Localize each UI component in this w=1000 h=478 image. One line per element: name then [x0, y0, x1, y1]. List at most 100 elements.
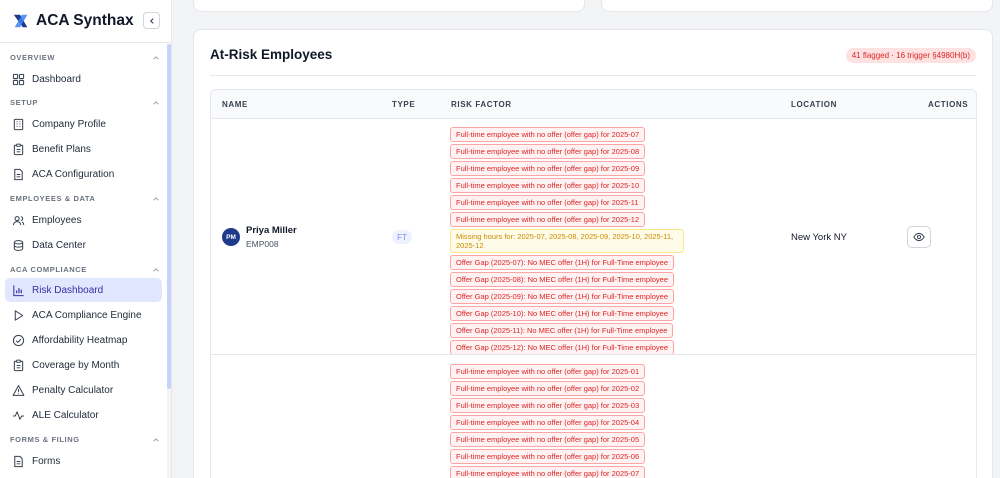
- sidebar-item-label: Data Center: [32, 239, 86, 251]
- sidebar-item-label: ACA Configuration: [32, 168, 115, 180]
- employee-location: New York NY: [791, 232, 847, 243]
- warning-icon: [12, 384, 25, 396]
- risk-factor-tag: Offer Gap (2025-10): No MEC offer (1H) f…: [450, 306, 675, 321]
- risk-factor-tag: Offer Gap (2025-12): No MEC offer (1H) f…: [450, 340, 675, 355]
- sidebar-item-label: Affordability Heatmap: [32, 334, 128, 346]
- sidebar-item-dashboard[interactable]: Dashboard: [5, 67, 162, 91]
- sidebar-item-data-center[interactable]: Data Center: [5, 233, 162, 257]
- risk-factor-tag: Offer Gap (2025-11): No MEC offer (1H) f…: [450, 323, 674, 338]
- building-icon: [13, 118, 24, 130]
- sidebar-item-aca-configuration[interactable]: ACA Configuration: [5, 162, 162, 186]
- column-header-risk-factor[interactable]: RISK FACTOR: [451, 100, 512, 109]
- section-label: EMPLOYEES & DATA: [10, 194, 96, 203]
- sidebar-item-affordability-heatmap[interactable]: Affordability Heatmap: [5, 328, 162, 352]
- grid-icon: [12, 73, 25, 85]
- sidebar-item-label: Penalty Calculator: [32, 384, 114, 396]
- risk-factor-tag: Full-time employee with no offer (offer …: [450, 415, 646, 430]
- sidebar-item-risk-dashboard[interactable]: Risk Dashboard: [5, 278, 162, 302]
- activity-icon: [12, 410, 25, 420]
- risk-factor-list: Full-time employee with no offer (offer …: [450, 127, 684, 357]
- section-header-setup[interactable]: SETUP: [10, 98, 160, 107]
- at-risk-table: NAME TYPE RISK FACTOR LOCATION ACTIONS P…: [210, 89, 977, 478]
- risk-factor-tag: Full-time employee with no offer (offer …: [450, 127, 646, 142]
- sidebar-item-label: Forms: [32, 455, 61, 467]
- chevron-left-icon: [149, 17, 154, 24]
- risk-factor-tag: Missing hours for: 2025-07, 2025-08, 202…: [450, 229, 684, 253]
- aca-logo-icon: [13, 14, 28, 28]
- row-divider: [211, 354, 976, 355]
- table-header: NAME TYPE RISK FACTOR LOCATION ACTIONS: [211, 90, 976, 119]
- section-header-overview[interactable]: OVERVIEW: [10, 53, 160, 62]
- section-header-forms-filing[interactable]: FORMS & FILING: [10, 435, 160, 444]
- risk-factor-tag: Offer Gap (2025-07): No MEC offer (1H) f…: [450, 255, 675, 270]
- employment-type-badge: FT: [392, 230, 412, 244]
- chevron-up-icon: [153, 196, 159, 201]
- risk-factor-tag: Full-time employee with no offer (offer …: [450, 144, 646, 159]
- column-header-name[interactable]: NAME: [222, 100, 248, 109]
- section-header-employees-data[interactable]: EMPLOYEES & DATA: [10, 194, 160, 203]
- employee-id: EMP008: [246, 239, 279, 249]
- eye-icon: [913, 232, 925, 242]
- risk-factor-tag: Full-time employee with no offer (offer …: [450, 212, 646, 227]
- database-icon: [13, 239, 24, 251]
- bar-chart-icon: [13, 284, 24, 296]
- sidebar-item-ale-calculator[interactable]: ALE Calculator: [5, 403, 162, 427]
- at-risk-employees-card: At-Risk Employees 41 flagged · 16 trigge…: [193, 29, 993, 478]
- sidebar-item-label: Coverage by Month: [32, 359, 120, 371]
- sidebar-item-label: Employees: [32, 214, 82, 226]
- sidebar-scrollbar-thumb[interactable]: [167, 44, 171, 389]
- sidebar-item-label: Dashboard: [32, 73, 81, 85]
- clipboard-icon: [13, 359, 24, 371]
- app-title: ACA Synthax: [36, 12, 134, 29]
- sidebar-item-label: Benefit Plans: [32, 143, 91, 155]
- section-header-aca-compliance[interactable]: ACA COMPLIANCE: [10, 265, 160, 274]
- top-card-right: [601, 0, 993, 12]
- sidebar-item-label: ALE Calculator: [32, 409, 99, 421]
- risk-factor-tag: Full-time employee with no offer (offer …: [450, 466, 646, 478]
- sidebar-item-benefit-plans[interactable]: Benefit Plans: [5, 137, 162, 161]
- sidebar-item-label: Company Profile: [32, 118, 106, 130]
- divider: [210, 75, 976, 76]
- avatar: PM: [222, 228, 240, 246]
- sidebar: ACA Synthax OVERVIEW Dashboard SETUP Com…: [0, 0, 172, 478]
- chevron-up-icon: [153, 267, 159, 272]
- risk-factor-list: Full-time employee with no offer (offer …: [450, 364, 646, 478]
- collapse-sidebar-button[interactable]: [143, 12, 160, 29]
- sidebar-item-penalty-calculator[interactable]: Penalty Calculator: [5, 378, 162, 402]
- play-icon: [14, 309, 24, 321]
- section-label: ACA COMPLIANCE: [10, 265, 87, 274]
- risk-factor-tag: Full-time employee with no offer (offer …: [450, 381, 646, 396]
- section-label: FORMS & FILING: [10, 435, 80, 444]
- sidebar-item-forms[interactable]: Forms: [5, 449, 162, 473]
- risk-factor-tag: Offer Gap (2025-08): No MEC offer (1H) f…: [450, 272, 675, 287]
- risk-factor-tag: Full-time employee with no offer (offer …: [450, 364, 646, 379]
- chevron-up-icon: [153, 437, 159, 442]
- sidebar-item-aca-compliance-engine[interactable]: ACA Compliance Engine: [5, 303, 162, 327]
- top-card-left: [193, 0, 585, 12]
- document-icon: [14, 168, 23, 180]
- document-icon: [14, 455, 23, 467]
- column-header-type[interactable]: TYPE: [392, 100, 415, 109]
- risk-factor-tag: Full-time employee with no offer (offer …: [450, 398, 646, 413]
- users-icon: [12, 215, 25, 225]
- risk-factor-tag: Full-time employee with no offer (offer …: [450, 178, 646, 193]
- summary-badge: 41 flagged · 16 trigger §4980H(b): [845, 48, 976, 63]
- sidebar-item-coverage-by-month[interactable]: Coverage by Month: [5, 353, 162, 377]
- risk-factor-tag: Full-time employee with no offer (offer …: [450, 432, 646, 447]
- view-employee-button[interactable]: [907, 226, 931, 248]
- section-label: OVERVIEW: [10, 53, 56, 62]
- sidebar-item-label: Risk Dashboard: [32, 284, 104, 296]
- sidebar-item-employees[interactable]: Employees: [5, 208, 162, 232]
- employee-name[interactable]: Priya Miller: [246, 225, 297, 236]
- risk-factor-tag: Full-time employee with no offer (offer …: [450, 449, 646, 464]
- sidebar-item-company-profile[interactable]: Company Profile: [5, 112, 162, 136]
- chevron-up-icon: [153, 100, 159, 105]
- chevron-up-icon: [153, 55, 159, 60]
- check-circle-icon: [12, 334, 25, 346]
- sidebar-item-label: ACA Compliance Engine: [32, 309, 142, 321]
- card-title: At-Risk Employees: [210, 47, 333, 62]
- risk-factor-tag: Full-time employee with no offer (offer …: [450, 161, 646, 176]
- section-label: SETUP: [10, 98, 39, 107]
- column-header-location[interactable]: LOCATION: [791, 100, 837, 109]
- risk-factor-tag: Full-time employee with no offer (offer …: [450, 195, 645, 210]
